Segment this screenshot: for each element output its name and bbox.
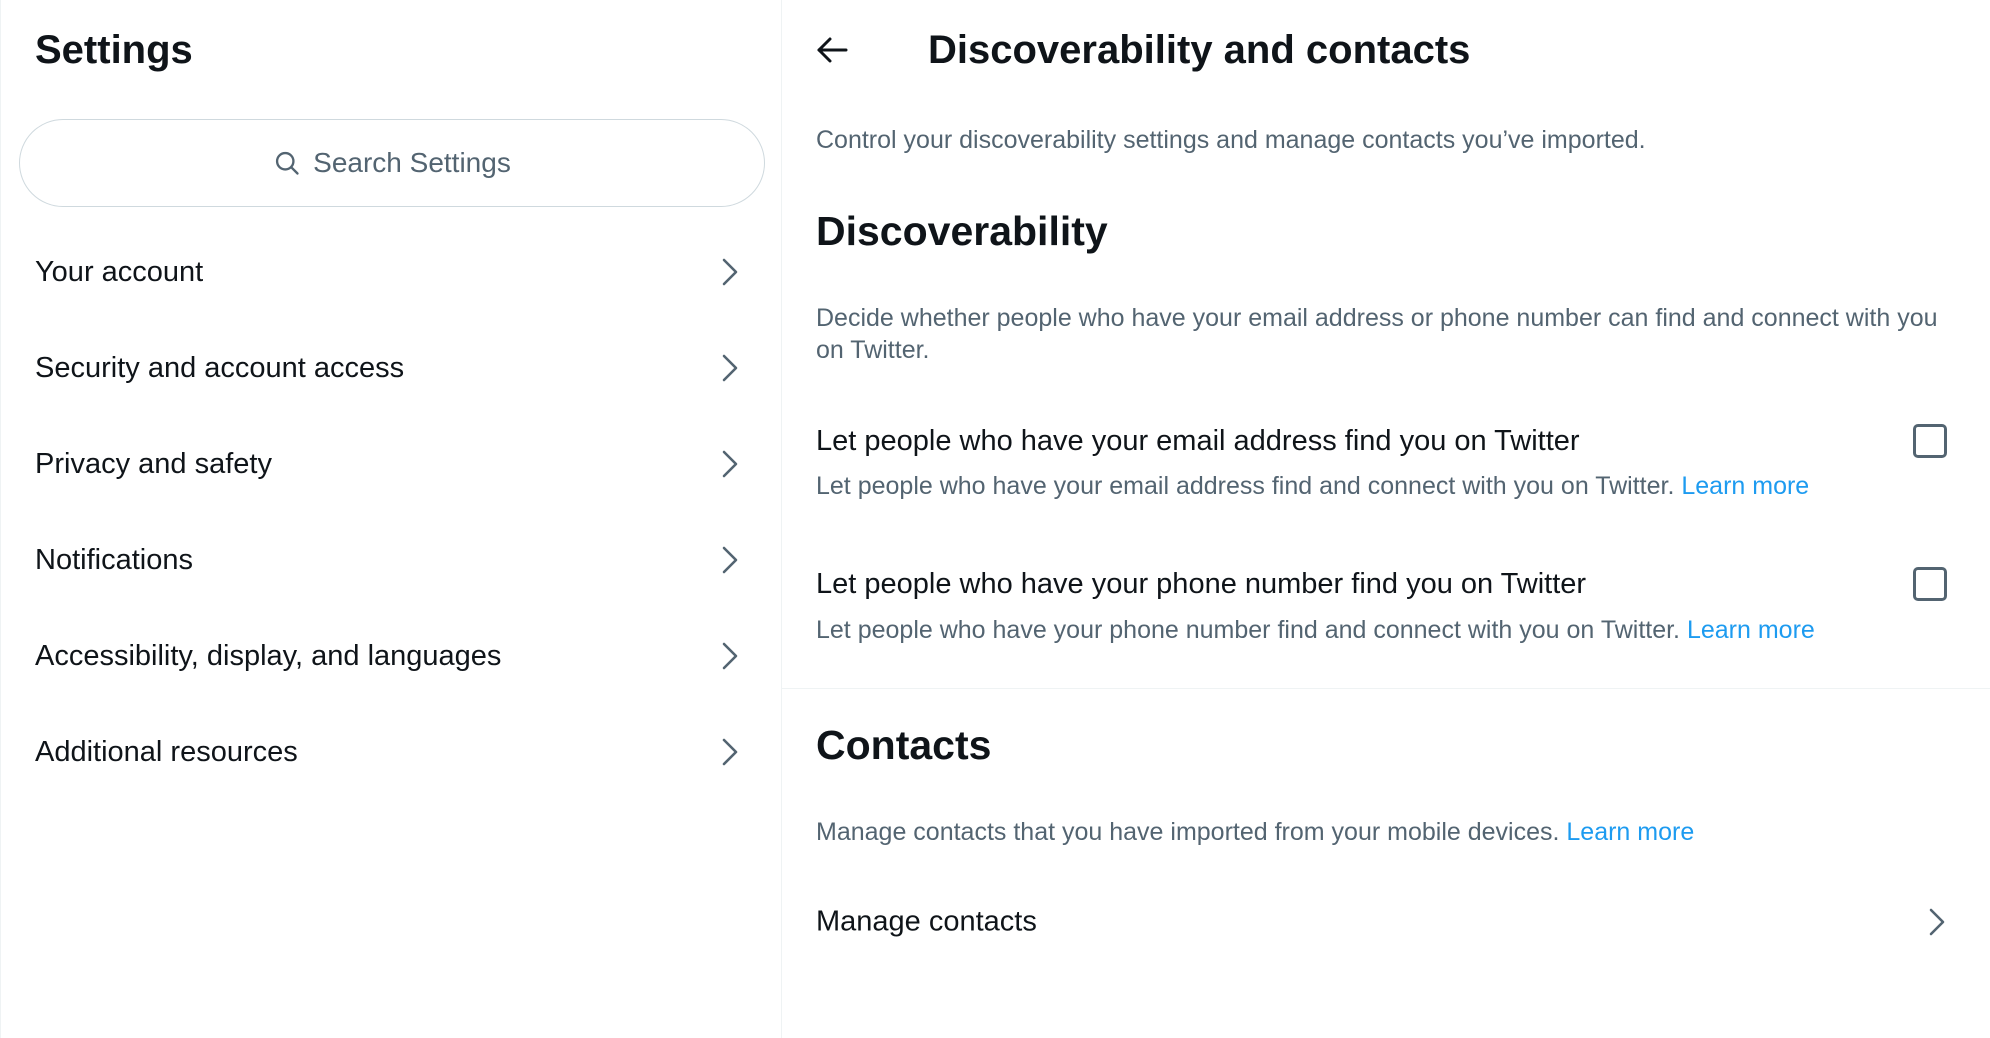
search-icon <box>273 149 301 177</box>
settings-title: Settings <box>35 28 193 72</box>
contacts-description: Manage contacts that you have imported f… <box>816 816 1956 848</box>
search-settings-input[interactable]: Search Settings <box>19 119 765 207</box>
sidebar-item-your-account[interactable]: Your account <box>1 224 781 320</box>
sidebar-item-label: Security and account access <box>35 351 405 384</box>
manage-contacts-row[interactable]: Manage contacts <box>782 878 1990 966</box>
contacts-learn-more-link[interactable]: Learn more <box>1566 818 1694 846</box>
discoverability-heading: Discoverability <box>816 208 1108 254</box>
chevron-right-icon <box>1924 906 1948 938</box>
chevron-right-icon <box>717 448 741 480</box>
phone-discoverability-checkbox[interactable] <box>1913 567 1947 601</box>
page-intro: Control your discoverability settings an… <box>816 126 1646 154</box>
chevron-right-icon <box>717 640 741 672</box>
page-title: Discoverability and contacts <box>928 28 1471 72</box>
sidebar-item-label: Privacy and safety <box>35 447 272 480</box>
email-learn-more-link[interactable]: Learn more <box>1681 472 1809 500</box>
chevron-right-icon <box>717 352 741 384</box>
sidebar-item-notifications[interactable]: Notifications <box>1 512 781 608</box>
chevron-right-icon <box>717 736 741 768</box>
sidebar-item-privacy[interactable]: Privacy and safety <box>1 416 781 512</box>
email-setting-subtitle-text: Let people who have your email address f… <box>816 472 1675 500</box>
phone-setting-subtitle-text: Let people who have your phone number fi… <box>816 616 1681 644</box>
email-discoverability-checkbox[interactable] <box>1913 424 1947 458</box>
detail-panel: Discoverability and contacts Control you… <box>782 0 1990 1038</box>
sidebar-item-label: Accessibility, display, and languages <box>35 639 502 672</box>
discoverability-description: Decide whether people who have your emai… <box>816 304 1938 364</box>
email-setting-title: Let people who have your email address f… <box>816 425 1580 457</box>
sidebar-item-label: Notifications <box>35 543 193 576</box>
sidebar-item-label: Your account <box>35 255 204 288</box>
settings-sidebar: Settings Search Settings Your account Se… <box>0 0 782 1038</box>
chevron-right-icon <box>717 256 741 288</box>
sidebar-item-additional-resources[interactable]: Additional resources <box>1 704 781 800</box>
contacts-heading: Contacts <box>816 722 992 768</box>
search-placeholder: Search Settings <box>313 147 511 178</box>
email-setting-subtitle: Let people who have your email address f… <box>816 472 1809 501</box>
back-button[interactable] <box>808 26 856 74</box>
manage-contacts-label: Manage contacts <box>816 905 1037 938</box>
sidebar-item-accessibility[interactable]: Accessibility, display, and languages <box>1 608 781 704</box>
arrow-left-icon <box>815 35 849 65</box>
sidebar-item-label: Additional resources <box>35 735 298 768</box>
contacts-description-text: Manage contacts that you have imported f… <box>816 818 1560 846</box>
phone-setting-title: Let people who have your phone number fi… <box>816 568 1587 600</box>
phone-setting-subtitle: Let people who have your phone number fi… <box>816 616 1815 645</box>
sidebar-item-security[interactable]: Security and account access <box>1 320 781 416</box>
phone-learn-more-link[interactable]: Learn more <box>1687 616 1815 644</box>
section-divider <box>782 688 1990 689</box>
chevron-right-icon <box>717 544 741 576</box>
